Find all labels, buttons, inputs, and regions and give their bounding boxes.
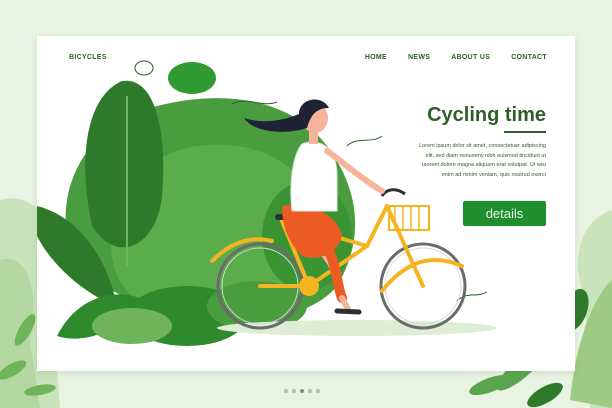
nav-contact[interactable]: CONTACT (511, 54, 547, 61)
nav-news[interactable]: NEWS (408, 54, 430, 61)
hero-line: laoreet dolore magna aliquam erat volutp… (422, 162, 546, 168)
nav-about-us[interactable]: ABOUT US (451, 54, 490, 61)
title-underline (504, 131, 546, 133)
pagination-dot[interactable] (316, 389, 320, 393)
pagination-dot[interactable] (284, 389, 288, 393)
pagination-dots (284, 389, 320, 393)
hero-line: enim ad minim veniam, quis nostrud exerc… (441, 171, 546, 178)
top-nav: HOME NEWS ABOUT US CONTACT (365, 54, 547, 61)
nav-home[interactable]: HOME (365, 54, 387, 61)
pagination-dot-active[interactable] (300, 389, 304, 393)
brand-logo[interactable]: BICYCLES (69, 54, 107, 61)
hero-description: Lorem ipsum dolor sit amet, consectetuer… (406, 142, 546, 180)
hero-title: Cycling time (427, 104, 546, 126)
hero-line: elit, sed diam nonummy nibh euismod tinc… (425, 152, 546, 159)
pagination-dot[interactable] (308, 389, 312, 393)
landing-card: BICYCLES HOME NEWS ABOUT US CONTACT Cycl… (37, 36, 575, 371)
details-button[interactable]: details (463, 201, 546, 226)
pagination-dot[interactable] (292, 389, 296, 393)
hero-line: Lorem ipsum dolor sit amet, consectetuer… (419, 143, 546, 149)
